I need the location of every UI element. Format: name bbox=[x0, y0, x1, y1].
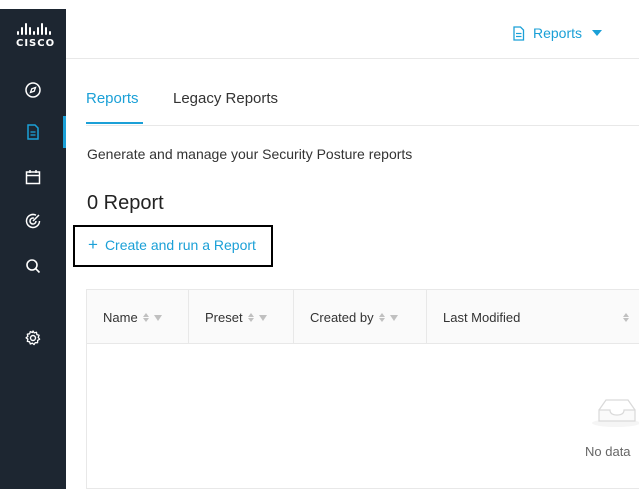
filter-icon[interactable] bbox=[153, 315, 162, 321]
compass-icon bbox=[25, 82, 41, 98]
sort-icon[interactable] bbox=[378, 312, 385, 322]
column-header-name[interactable]: Name bbox=[87, 290, 189, 344]
table-header: Name Preset Created by Last Modified bbox=[87, 290, 639, 344]
sidebar-item-reports[interactable] bbox=[0, 112, 66, 152]
sidebar-item-calendar[interactable] bbox=[0, 157, 66, 197]
calendar-icon bbox=[25, 170, 41, 185]
tab-bar: Reports Legacy Reports bbox=[86, 86, 639, 126]
caret-down-icon bbox=[592, 30, 603, 36]
active-tab-indicator bbox=[86, 122, 143, 124]
cisco-logo-text: CISCO bbox=[16, 38, 56, 49]
report-icon bbox=[513, 25, 525, 41]
target-icon bbox=[25, 213, 41, 229]
column-label: Created by bbox=[310, 309, 374, 325]
report-icon bbox=[27, 124, 39, 140]
column-header-preset[interactable]: Preset bbox=[189, 290, 294, 344]
sidebar-item-explore[interactable] bbox=[0, 70, 66, 110]
filter-icon[interactable] bbox=[258, 315, 267, 321]
reports-menu-label: Reports bbox=[533, 25, 583, 41]
top-strip bbox=[0, 0, 639, 9]
cisco-logo-bars bbox=[16, 21, 52, 35]
create-report-label: Create and run a Report bbox=[104, 236, 256, 253]
page-subtitle: Generate and manage your Security Postur… bbox=[87, 146, 413, 162]
top-header: Reports bbox=[66, 9, 639, 59]
report-count: 0 Report bbox=[87, 192, 164, 214]
reports-menu-dropdown[interactable]: Reports bbox=[512, 25, 603, 41]
search-icon bbox=[26, 259, 41, 274]
sidebar: CISCO bbox=[0, 9, 66, 489]
sidebar-item-settings[interactable] bbox=[0, 318, 66, 358]
column-label: Last Modified bbox=[443, 309, 521, 325]
sort-icon[interactable] bbox=[247, 312, 254, 322]
sort-icon[interactable] bbox=[142, 312, 149, 322]
plus-icon: + bbox=[88, 235, 98, 254]
gear-icon bbox=[25, 330, 41, 346]
tab-reports[interactable]: Reports bbox=[86, 90, 139, 107]
filter-icon[interactable] bbox=[389, 315, 398, 321]
column-label: Preset bbox=[205, 309, 243, 325]
column-label: Name bbox=[103, 309, 138, 325]
tab-legacy-reports[interactable]: Legacy Reports bbox=[173, 90, 278, 107]
column-header-created-by[interactable]: Created by bbox=[294, 290, 427, 344]
sort-icon[interactable] bbox=[623, 312, 629, 322]
empty-state-text: No data bbox=[585, 444, 631, 459]
sidebar-item-targets[interactable] bbox=[0, 201, 66, 241]
create-report-button[interactable]: + Create and run a Report bbox=[88, 236, 256, 253]
sidebar-item-search[interactable] bbox=[0, 246, 66, 286]
column-header-last-modified[interactable]: Last Modified bbox=[427, 290, 639, 344]
empty-inbox-icon bbox=[592, 399, 639, 427]
reports-table: Name Preset Created by Last Modified bbox=[86, 289, 639, 489]
cisco-logo[interactable]: CISCO bbox=[16, 21, 56, 51]
